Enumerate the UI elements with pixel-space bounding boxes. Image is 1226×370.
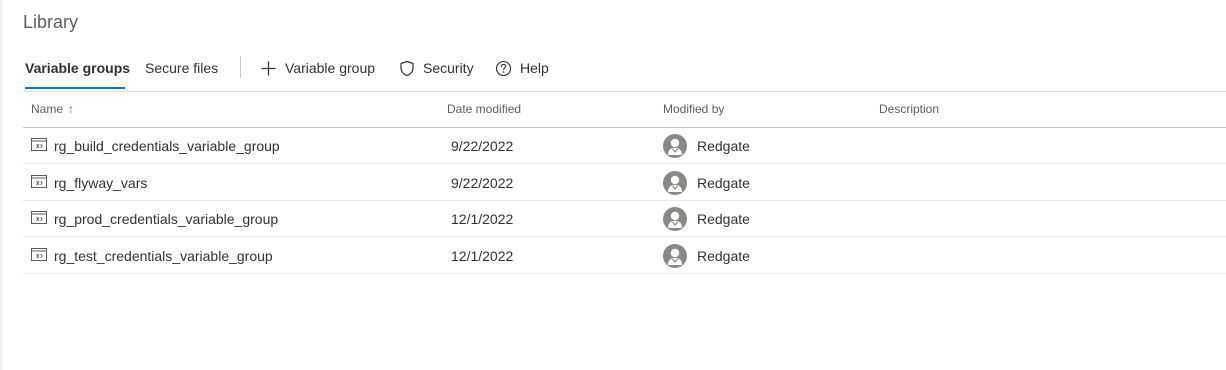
help-circle-icon [495,60,512,77]
variable-group-name: rg_flyway_vars [54,175,148,191]
modified-by-name: Redgate [697,248,750,264]
toolbar-divider [240,56,241,78]
modified-by-name: Redgate [697,211,750,227]
modified-by-name: Redgate [697,138,750,154]
date-modified: 9/22/2022 [451,138,514,154]
tab-secure-files[interactable]: Secure files [145,60,218,76]
avatar [663,207,687,231]
add-variable-group-label: Variable group [285,60,376,76]
column-header-name-label: Name [31,102,64,116]
variable-group-icon [31,211,47,227]
modified-by-cell: Redgate [663,244,750,268]
column-header-description[interactable]: Description [879,102,939,116]
avatar [663,171,687,195]
row-divider [23,163,1226,164]
library-toolbar: Variable groups Secure files Variable gr… [0,56,1226,90]
date-modified: 12/1/2022 [451,248,514,264]
modified-by-cell: Redgate [663,171,750,195]
security-button[interactable]: Security [399,58,474,78]
variable-group-icon [31,248,47,264]
table-row[interactable]: rg_test_credentials_variable_group 12/1/… [23,238,1226,274]
variable-group-name-cell[interactable]: rg_flyway_vars [31,175,147,191]
variable-group-name: rg_build_credentials_variable_group [54,138,280,154]
active-tab-indicator [25,87,125,89]
variable-group-icon [31,175,47,191]
toolbar-separator [23,91,1226,92]
sort-ascending-icon: ↑ [68,102,75,116]
avatar [663,134,687,158]
column-header-modified-by[interactable]: Modified by [663,102,724,116]
column-header-date-modified[interactable]: Date modified [447,102,521,116]
table-row[interactable]: rg_flyway_vars 9/22/2022 Redgate [23,165,1226,201]
security-label: Security [423,60,474,76]
variable-group-name-cell[interactable]: rg_prod_credentials_variable_group [31,211,278,227]
modified-by-cell: Redgate [663,207,750,231]
modified-by-cell: Redgate [663,134,750,158]
avatar [663,244,687,268]
plus-icon [260,60,277,77]
tab-variable-groups[interactable]: Variable groups [25,60,130,76]
variable-group-name: rg_test_credentials_variable_group [54,248,273,264]
page-title: Library [23,12,79,32]
table-row[interactable]: rg_prod_credentials_variable_group 12/1/… [23,201,1226,237]
add-variable-group-button[interactable]: Variable group [260,58,375,78]
help-button[interactable]: Help [495,58,549,78]
variable-group-icon [31,138,47,154]
column-header-name[interactable]: Name ↑ [31,102,74,116]
row-divider [23,236,1226,237]
help-label: Help [520,60,549,76]
variable-group-name-cell[interactable]: rg_build_credentials_variable_group [31,138,280,154]
variable-group-name-cell[interactable]: rg_test_credentials_variable_group [31,248,273,264]
modified-by-name: Redgate [697,175,750,191]
table-row[interactable]: rg_build_credentials_variable_group 9/22… [23,128,1226,164]
date-modified: 12/1/2022 [451,211,514,227]
date-modified: 9/22/2022 [451,175,514,191]
shield-icon [399,60,415,77]
row-divider [23,273,1226,274]
variable-group-name: rg_prod_credentials_variable_group [54,211,279,227]
